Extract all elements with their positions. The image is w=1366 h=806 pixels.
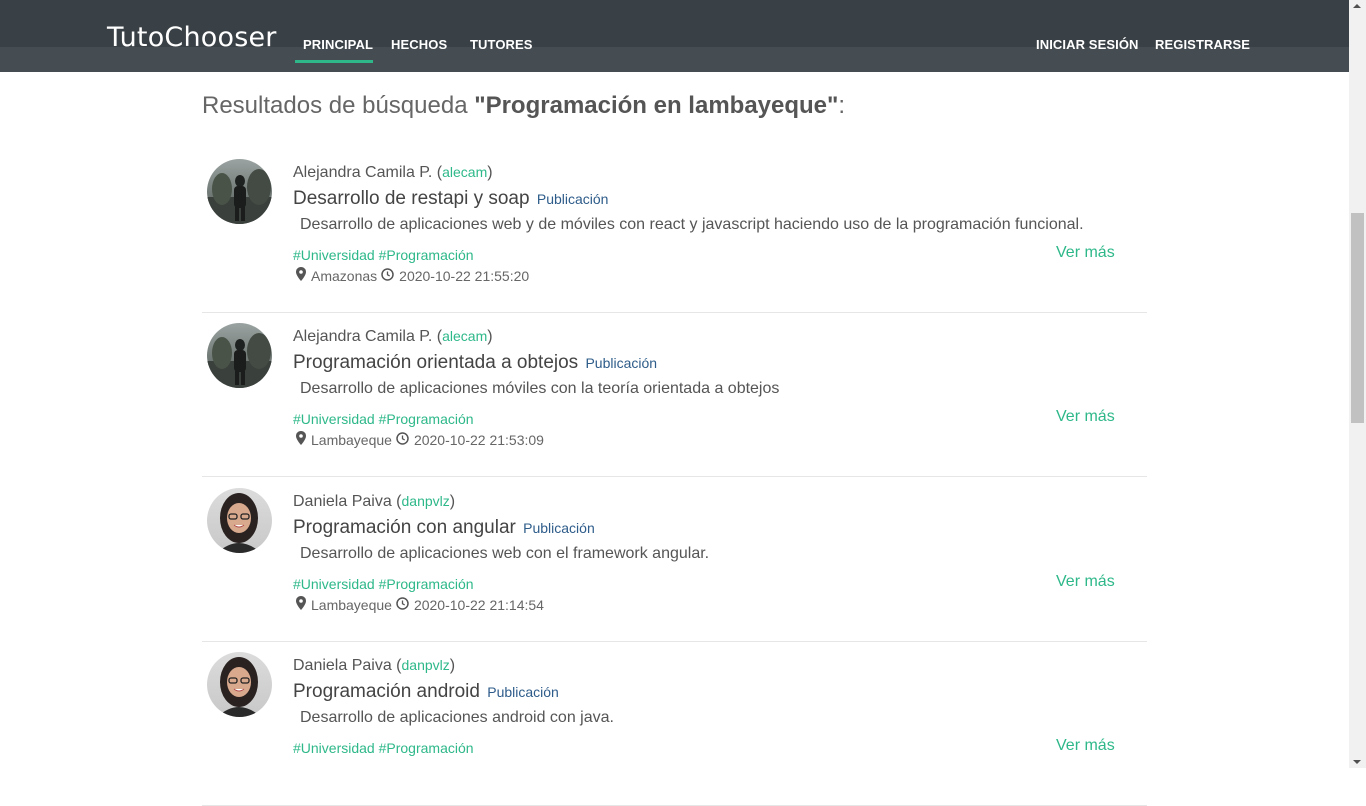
- publication-title[interactable]: Programación android: [293, 681, 480, 702]
- tag-link[interactable]: #Universidad: [293, 411, 375, 427]
- publication-title[interactable]: Programación orientada a obtejos: [293, 352, 578, 373]
- publication-title[interactable]: Programación con angular: [293, 517, 516, 538]
- publication-description: Desarrollo de aplicaciones web con el fr…: [300, 545, 710, 562]
- author-name: Alejandra Camila P.: [293, 164, 433, 181]
- tag-link[interactable]: #Programación: [379, 740, 474, 756]
- ver-mas-link[interactable]: Ver más: [1056, 408, 1115, 426]
- register-link[interactable]: REGISTRARSE: [1155, 37, 1250, 52]
- ver-mas-link[interactable]: Ver más: [1056, 737, 1115, 755]
- top-navbar: TutoChooser PRINCIPAL HECHOS TUTORES INI…: [0, 0, 1349, 72]
- publication-description: Desarrollo de aplicaciones web y de móvi…: [300, 216, 1084, 233]
- author-line: Alejandra Camila P. (alecam): [293, 164, 493, 181]
- results-heading-suffix: :: [838, 92, 846, 119]
- tags-list: #Universidad #Programación: [293, 576, 474, 592]
- search-query: "Programación en lambayeque": [474, 92, 839, 119]
- scroll-up-arrow-icon[interactable]: [1353, 4, 1361, 8]
- author-avatar[interactable]: [207, 159, 272, 224]
- tag-link[interactable]: #Universidad: [293, 740, 375, 756]
- location-text: Amazonas: [311, 267, 378, 284]
- clock-icon: [381, 267, 394, 281]
- author-name: Daniela Paiva: [293, 493, 392, 510]
- scroll-down-arrow-icon[interactable]: [1353, 760, 1361, 764]
- author-avatar[interactable]: [207, 323, 272, 388]
- search-results-heading: Resultados de búsqueda "Programación en …: [202, 92, 845, 120]
- datetime-text: 2020-10-22 21:53:09: [413, 431, 544, 448]
- tags-list: #Universidad #Programación: [293, 247, 474, 263]
- publication-title-line: Programación orientada a obtejos Publica…: [293, 352, 657, 374]
- result-card: Daniela Paiva (danpvlz) Programación and…: [202, 641, 1147, 806]
- author-line: Daniela Paiva (danpvlz): [293, 493, 456, 510]
- author-line: Daniela Paiva (danpvlz): [293, 657, 456, 674]
- tag-link[interactable]: #Universidad: [293, 576, 375, 592]
- publication-type-label: Publicación: [585, 355, 658, 371]
- author-avatar[interactable]: [207, 488, 272, 553]
- nav-link-principal[interactable]: PRINCIPAL: [303, 37, 373, 52]
- author-avatar[interactable]: [207, 652, 272, 717]
- publication-type-label: Publicación: [487, 684, 559, 700]
- ver-mas-link[interactable]: Ver más: [1056, 244, 1115, 262]
- ver-mas-link[interactable]: Ver más: [1056, 573, 1115, 591]
- tag-link[interactable]: #Programación: [379, 247, 474, 263]
- publication-type-label: Publicación: [536, 191, 609, 207]
- publication-meta: Amazonas 2020-10-22 21:55:20: [293, 267, 529, 284]
- tag-link[interactable]: #Programación: [379, 411, 474, 427]
- location-text: Lambayeque: [311, 431, 392, 448]
- active-nav-indicator: [295, 60, 373, 63]
- datetime-text: 2020-10-22 21:55:20: [399, 267, 530, 284]
- tags-list: #Universidad #Programación: [293, 740, 474, 756]
- publication-type-label: Publicación: [523, 520, 595, 536]
- author-line: Alejandra Camila P. (alecam): [293, 328, 493, 345]
- result-card: Daniela Paiva (danpvlz) Programación con…: [202, 477, 1147, 642]
- result-card: Alejandra Camila P. (alecam) Desarrollo …: [202, 148, 1147, 313]
- location-text: Lambayeque: [311, 596, 392, 613]
- brand-logo[interactable]: TutoChooser: [107, 22, 277, 53]
- author-username-link[interactable]: danpvlz: [402, 657, 450, 673]
- publication-meta: Lambayeque 2020-10-22 21:53:09: [293, 431, 544, 448]
- nav-link-tutores[interactable]: TUTORES: [470, 37, 533, 52]
- location-pin-icon: [296, 596, 306, 610]
- tags-list: #Universidad #Programación: [293, 411, 474, 427]
- results-heading-prefix: Resultados de búsqueda: [202, 92, 475, 119]
- datetime-text: 2020-10-22 21:14:54: [413, 596, 544, 613]
- publication-description: Desarrollo de aplicaciones móviles con l…: [300, 380, 780, 397]
- result-card: Alejandra Camila P. (alecam) Programació…: [202, 312, 1147, 477]
- clock-icon: [396, 431, 409, 445]
- publication-title-line: Desarrollo de restapi y soap Publicación: [293, 188, 608, 210]
- author-username-link[interactable]: danpvlz: [402, 493, 450, 509]
- publication-meta: Lambayeque 2020-10-22 21:14:54: [293, 596, 544, 613]
- publication-title[interactable]: Desarrollo de restapi y soap: [293, 188, 530, 209]
- tag-link[interactable]: #Programación: [379, 576, 474, 592]
- publication-title-line: Programación android Publicación: [293, 681, 559, 703]
- clock-icon: [396, 596, 409, 610]
- location-pin-icon: [296, 267, 306, 281]
- publication-description: Desarrollo de aplicaciones android con j…: [300, 709, 614, 726]
- nav-link-hechos[interactable]: HECHOS: [391, 37, 447, 52]
- login-link[interactable]: INICIAR SESIÓN: [1036, 37, 1139, 52]
- scrollbar-thumb[interactable]: [1351, 213, 1364, 423]
- author-name: Alejandra Camila P.: [293, 328, 433, 345]
- tag-link[interactable]: #Universidad: [293, 247, 375, 263]
- author-name: Daniela Paiva: [293, 657, 392, 674]
- page-scrollbar[interactable]: [1349, 0, 1366, 768]
- author-username-link[interactable]: alecam: [442, 164, 487, 180]
- location-pin-icon: [296, 431, 306, 445]
- author-username-link[interactable]: alecam: [442, 328, 487, 344]
- publication-title-line: Programación con angular Publicación: [293, 517, 595, 539]
